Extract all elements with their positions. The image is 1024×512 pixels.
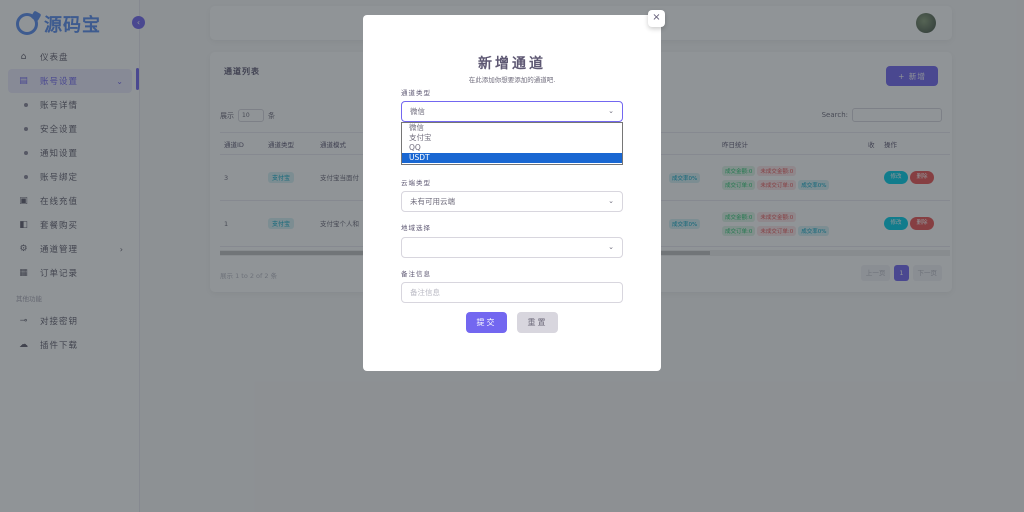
chevron-down-icon: ⌄ bbox=[608, 107, 614, 115]
channel-type-select[interactable]: 微信 ⌄ bbox=[401, 101, 623, 122]
region-label: 地域选择 bbox=[401, 224, 431, 232]
reset-button[interactable]: 重置 bbox=[517, 312, 558, 333]
modal-title: 新增通道 bbox=[478, 56, 546, 72]
cloud-type-value: 未有可用云端 bbox=[410, 197, 455, 206]
cloud-type-select[interactable]: 未有可用云端 ⌄ bbox=[401, 191, 623, 212]
cloud-type-label: 云端类型 bbox=[401, 179, 431, 187]
region-select[interactable]: ⌄ bbox=[401, 237, 623, 258]
dropdown-option[interactable]: 支付宝 bbox=[402, 133, 622, 143]
dropdown-option-highlighted[interactable]: USDT bbox=[402, 153, 622, 163]
submit-button[interactable]: 提交 bbox=[466, 312, 507, 333]
remark-label: 备注信息 bbox=[401, 270, 431, 278]
dropdown-option[interactable]: 微信 bbox=[402, 123, 622, 133]
channel-type-dropdown: 微信 支付宝 QQ USDT bbox=[401, 122, 623, 165]
chevron-down-icon: ⌄ bbox=[608, 197, 614, 205]
remark-input[interactable]: 备注信息 bbox=[401, 282, 623, 303]
modal-subtitle: 在此添加你想要添加的通道吧. bbox=[468, 76, 556, 84]
channel-type-label: 通道类型 bbox=[401, 89, 431, 97]
chevron-down-icon: ⌄ bbox=[608, 243, 614, 251]
dropdown-option[interactable]: QQ bbox=[402, 143, 622, 153]
channel-type-value: 微信 bbox=[410, 107, 425, 116]
add-channel-modal: 新增通道 在此添加你想要添加的通道吧. 通道类型 微信 ⌄ 微信 支付宝 QQ … bbox=[363, 15, 661, 371]
close-button[interactable]: × bbox=[648, 10, 665, 27]
